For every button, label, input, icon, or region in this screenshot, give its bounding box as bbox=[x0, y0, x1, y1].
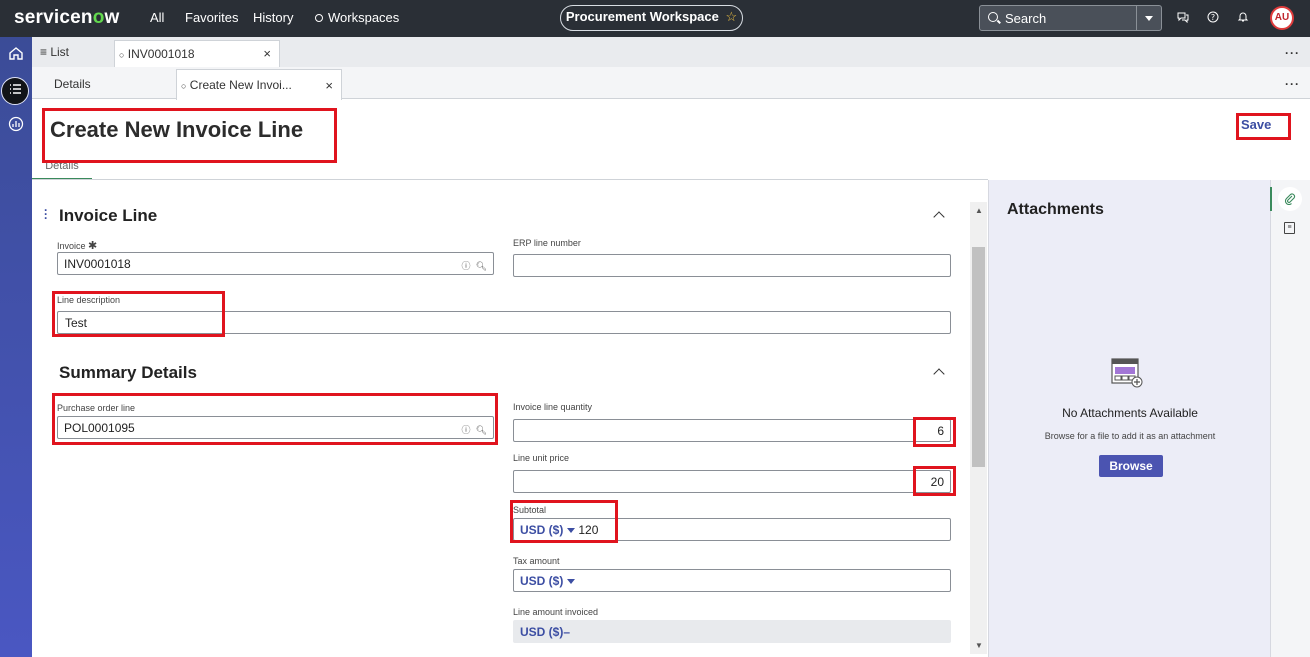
attachments-panel: Attachments No Attachments Available Bro… bbox=[988, 180, 1270, 657]
currency-dropdown-icon[interactable] bbox=[567, 578, 576, 584]
subtab-create-label: Create New Invoi... bbox=[189, 78, 292, 92]
line-amount-invoiced-value: USD ($)– bbox=[520, 625, 571, 639]
section-heading-summary-details: Summary Details bbox=[59, 363, 197, 382]
help-icon[interactable]: ? bbox=[1207, 11, 1219, 23]
invoice-label-text: Invoice bbox=[57, 241, 86, 251]
invoice-field[interactable]: INV0001018 ⓘ 🔍︎ bbox=[57, 252, 494, 275]
browse-button[interactable]: Browse bbox=[1099, 455, 1163, 477]
line-description-label: Line description bbox=[57, 295, 121, 305]
nav-all[interactable]: All bbox=[150, 10, 164, 25]
subtotal-value: 120 bbox=[578, 523, 599, 537]
attachments-title: Attachments bbox=[1007, 201, 1104, 218]
currency-dropdown-icon[interactable] bbox=[567, 527, 576, 533]
save-button[interactable]: Save bbox=[1241, 117, 1271, 132]
tab-inv0001018[interactable]: ○ INV0001018 × bbox=[114, 40, 280, 67]
nav-workspaces-label: Workspaces bbox=[328, 10, 400, 25]
invoice-line-quantity-label: Invoice line quantity bbox=[513, 402, 593, 412]
workspace-name: Procurement Workspace bbox=[565, 9, 719, 24]
form-scrollbar[interactable]: ▲ ▼ bbox=[970, 202, 987, 654]
tax-amount-label: Tax amount bbox=[513, 556, 560, 566]
line-unit-price-field[interactable]: 20 bbox=[513, 470, 951, 493]
close-subtab-icon[interactable]: × bbox=[325, 78, 333, 93]
home-icon[interactable] bbox=[5, 45, 27, 67]
no-attachments-text: No Attachments Available bbox=[1062, 406, 1198, 420]
attachments-hint-text: Browse for a file to add it as an attach… bbox=[1044, 431, 1216, 441]
subtotal-label: Subtotal bbox=[513, 505, 547, 515]
nav-history[interactable]: History bbox=[253, 10, 293, 25]
search-label: Search bbox=[1005, 11, 1047, 26]
subtab-details[interactable]: Details bbox=[54, 77, 91, 91]
page-title: Create New Invoice Line bbox=[50, 117, 304, 142]
add-attachment-illustration-icon bbox=[1111, 358, 1143, 388]
star-icon[interactable]: ☆ bbox=[725, 9, 737, 24]
subtab-circle-icon: ○ bbox=[181, 81, 187, 91]
info-icon[interactable]: ⓘ bbox=[462, 261, 471, 271]
global-search[interactable]: Search bbox=[979, 5, 1162, 31]
more-tabs-icon[interactable]: ··· bbox=[1285, 46, 1300, 60]
record-tab-bar: ≡ List ○ INV0001018 × ··· bbox=[32, 37, 1310, 67]
drag-handle-icon[interactable]: · · · bbox=[44, 204, 48, 224]
workspace-pill[interactable]: Procurement Workspace ☆ bbox=[560, 5, 743, 31]
search-icon bbox=[988, 12, 998, 22]
nav-favorites[interactable]: Favorites bbox=[185, 10, 238, 25]
tab-details[interactable]: Details bbox=[32, 160, 92, 180]
user-avatar[interactable]: AU bbox=[1270, 6, 1294, 30]
erp-line-label: ERP line number bbox=[513, 238, 581, 248]
analytics-icon[interactable] bbox=[5, 116, 27, 138]
subtab-create-new-invoice[interactable]: ○ Create New Invoi... × bbox=[176, 69, 342, 100]
scrollbar-thumb[interactable] bbox=[972, 247, 985, 467]
servicenow-logo[interactable]: servicenow bbox=[14, 7, 120, 29]
close-tab-icon[interactable]: × bbox=[263, 46, 271, 61]
workspace-circle-icon bbox=[315, 14, 323, 22]
chat-icon[interactable] bbox=[1177, 11, 1189, 24]
header-divider bbox=[32, 179, 988, 180]
sub-tab-bar: Details ○ Create New Invoi... × ··· bbox=[32, 67, 1310, 100]
required-asterisk-icon: ✱ bbox=[88, 240, 98, 252]
scroll-down-arrow-icon[interactable]: ▼ bbox=[975, 641, 983, 650]
collapse-chevron-icon[interactable] bbox=[933, 211, 945, 223]
tab-list[interactable]: ≡ List bbox=[40, 45, 69, 59]
field-icons: ⓘ 🔍︎ bbox=[462, 423, 487, 436]
field-icons: ⓘ 🔍︎ bbox=[462, 259, 487, 272]
purchase-order-line-field[interactable]: POL0001095 ⓘ 🔍︎ bbox=[57, 416, 494, 439]
tab-circle-icon: ○ bbox=[119, 50, 125, 60]
collapse-chevron-icon[interactable] bbox=[933, 368, 945, 380]
tax-amount-field[interactable]: USD ($) bbox=[513, 569, 951, 592]
section-heading-invoice-line: Invoice Line bbox=[59, 206, 158, 225]
info-icon[interactable]: ⓘ bbox=[462, 425, 471, 435]
document-icon[interactable]: ≡ bbox=[1284, 222, 1295, 234]
erp-line-number-field[interactable] bbox=[513, 254, 951, 277]
left-sidebar bbox=[0, 37, 32, 657]
scroll-up-arrow-icon[interactable]: ▲ bbox=[975, 206, 983, 215]
top-navigation-bar: servicenow All Favorites History Workspa… bbox=[0, 0, 1310, 37]
invoice-label: Invoice ✱ bbox=[57, 239, 97, 252]
line-description-field[interactable]: Test bbox=[57, 311, 951, 334]
list-view-icon[interactable] bbox=[1, 77, 29, 105]
tax-currency-select[interactable]: USD ($) bbox=[520, 574, 563, 588]
subtotal-currency-select[interactable]: USD ($) bbox=[520, 523, 563, 537]
line-unit-price-label: Line unit price bbox=[513, 453, 570, 463]
lookup-search-icon[interactable]: 🔍︎ bbox=[476, 261, 487, 271]
invoice-line-quantity-field[interactable]: 6 bbox=[513, 419, 951, 442]
purchase-order-line-label: Purchase order line bbox=[57, 403, 136, 413]
search-dropdown-button[interactable] bbox=[1136, 6, 1161, 30]
tab-list-label: List bbox=[50, 45, 70, 59]
notifications-bell-icon[interactable] bbox=[1237, 11, 1249, 23]
line-amount-invoiced-field: USD ($)– bbox=[513, 620, 951, 643]
nav-workspaces[interactable]: Workspaces bbox=[315, 10, 399, 25]
invoice-value: INV0001018 bbox=[64, 257, 131, 271]
more-subtabs-icon[interactable]: ··· bbox=[1285, 77, 1300, 91]
tab-inv-label: INV0001018 bbox=[127, 47, 195, 61]
lookup-search-icon[interactable]: 🔍︎ bbox=[476, 425, 487, 435]
line-amount-invoiced-label: Line amount invoiced bbox=[513, 607, 599, 617]
pol-value: POL0001095 bbox=[64, 421, 135, 435]
right-rail: ≡ bbox=[1270, 180, 1310, 657]
subtotal-field[interactable]: USD ($) 120 bbox=[513, 518, 951, 541]
paperclip-attachments-icon[interactable] bbox=[1270, 187, 1302, 211]
svg-text:?: ? bbox=[1211, 13, 1215, 22]
